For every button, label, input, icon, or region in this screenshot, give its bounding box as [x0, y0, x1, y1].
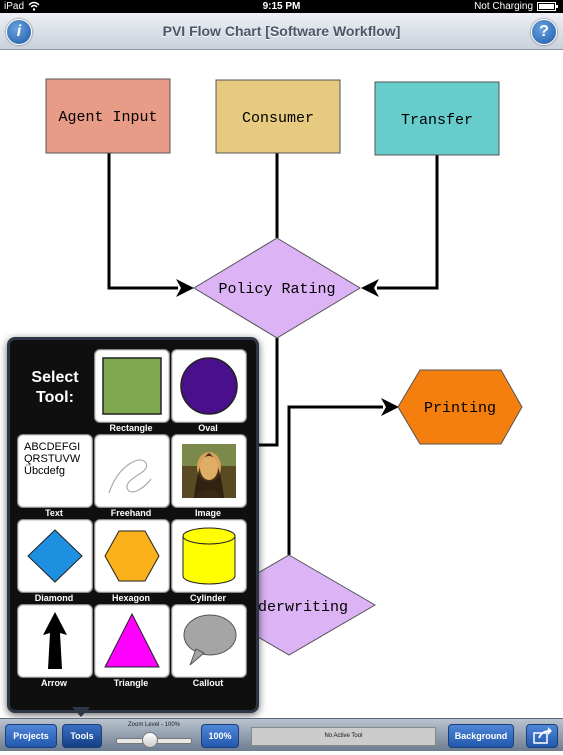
popover-arrow	[72, 707, 90, 717]
node-printing-label: Printing	[424, 400, 496, 417]
connector-agent-to-policy	[107, 153, 178, 290]
battery-status: Not Charging	[474, 1, 533, 12]
arrowhead-transfer	[361, 279, 379, 297]
zoom-slider-thumb[interactable]	[142, 732, 159, 748]
tools-button[interactable]: Tools	[62, 724, 102, 748]
tool-callout[interactable]	[171, 604, 247, 678]
help-icon[interactable]: ?	[531, 19, 557, 45]
tool-triangle-label: Triangle	[113, 678, 149, 688]
rectangle-icon	[102, 357, 162, 415]
oval-icon	[180, 357, 238, 415]
tool-callout-label: Callout	[192, 678, 224, 688]
freehand-icon	[108, 459, 152, 494]
connector-to-printing	[287, 405, 383, 555]
tool-picker-title: Select Tool:	[28, 368, 82, 408]
tool-diamond[interactable]	[17, 519, 93, 593]
tool-arrow[interactable]	[17, 604, 93, 678]
tool-cylinder[interactable]	[171, 519, 247, 593]
text-sample-line2: QRSTUVW	[24, 453, 81, 465]
active-tool-status: No Active Tool	[251, 727, 436, 746]
text-sample-line3: Übcdefg	[24, 465, 65, 477]
tool-arrow-label: Arrow	[40, 678, 67, 688]
hexagon-icon	[104, 530, 160, 582]
triangle-icon	[104, 612, 160, 668]
status-bar: iPad 9:15 PM Not Charging	[0, 0, 563, 13]
node-printing[interactable]: Printing	[397, 369, 523, 445]
tool-image[interactable]	[171, 434, 247, 508]
node-agent-input[interactable]: Agent Input	[45, 78, 171, 154]
tool-text-label: Text	[45, 508, 63, 518]
tool-picker-popover: Select Tool: Rectangle Oval ABCDEFGI QRS…	[7, 337, 259, 713]
tool-freehand-label: Freehand	[110, 508, 152, 518]
tool-cylinder-label: Cylinder	[189, 593, 226, 603]
node-policy-rating[interactable]: Policy Rating	[193, 237, 361, 339]
projects-button[interactable]: Projects	[5, 724, 57, 748]
node-consumer[interactable]: Consumer	[215, 79, 341, 154]
share-button[interactable]	[526, 724, 558, 748]
tool-rectangle[interactable]	[94, 349, 170, 423]
node-underwriting-label: derwriting	[258, 599, 348, 616]
tool-picker-title-line1: Select	[31, 369, 79, 386]
arrow-icon	[43, 612, 67, 669]
tool-image-label: Image	[194, 508, 221, 518]
text-sample-line1: ABCDEFGI	[24, 441, 81, 453]
zoom-reset-button[interactable]: 100%	[201, 724, 239, 748]
zoom-label: Zoom Level - 100%	[127, 722, 181, 728]
tool-rectangle-label: Rectangle	[109, 423, 153, 433]
arrowhead-agent	[176, 279, 194, 297]
node-policy-rating-label: Policy Rating	[218, 281, 335, 298]
text-icon: ABCDEFGI QRSTUVW Übcdefg	[18, 435, 92, 477]
node-consumer-label: Consumer	[242, 110, 314, 127]
tool-freehand[interactable]	[94, 434, 170, 508]
node-agent-input-label: Agent Input	[58, 109, 157, 126]
tool-diamond-label: Diamond	[34, 593, 74, 603]
cylinder-icon	[182, 527, 236, 585]
node-transfer-label: Transfer	[401, 112, 473, 129]
tool-triangle[interactable]	[94, 604, 170, 678]
tool-oval-label: Oval	[198, 423, 218, 433]
arrowhead-printing	[381, 398, 399, 416]
diamond-icon	[27, 529, 83, 583]
bottom-toolbar: Projects Tools Zoom Level - 100% 100% No…	[0, 718, 563, 751]
page-title: PVI Flow Chart [Software Workflow]	[162, 23, 401, 39]
background-button[interactable]: Background	[448, 724, 514, 748]
callout-icon	[183, 614, 237, 666]
connector-transfer-to-policy	[377, 155, 439, 290]
tool-hexagon-label: Hexagon	[111, 593, 150, 603]
node-transfer[interactable]: Transfer	[374, 81, 500, 156]
tool-text[interactable]: ABCDEFGI QRSTUVW Übcdefg	[17, 434, 93, 508]
tool-picker-title-line2: Tool:	[36, 389, 74, 406]
navigation-bar: i PVI Flow Chart [Software Workflow] ?	[0, 13, 563, 50]
tool-oval[interactable]	[171, 349, 247, 423]
image-icon	[182, 444, 236, 498]
tool-hexagon[interactable]	[94, 519, 170, 593]
share-icon	[533, 727, 552, 744]
